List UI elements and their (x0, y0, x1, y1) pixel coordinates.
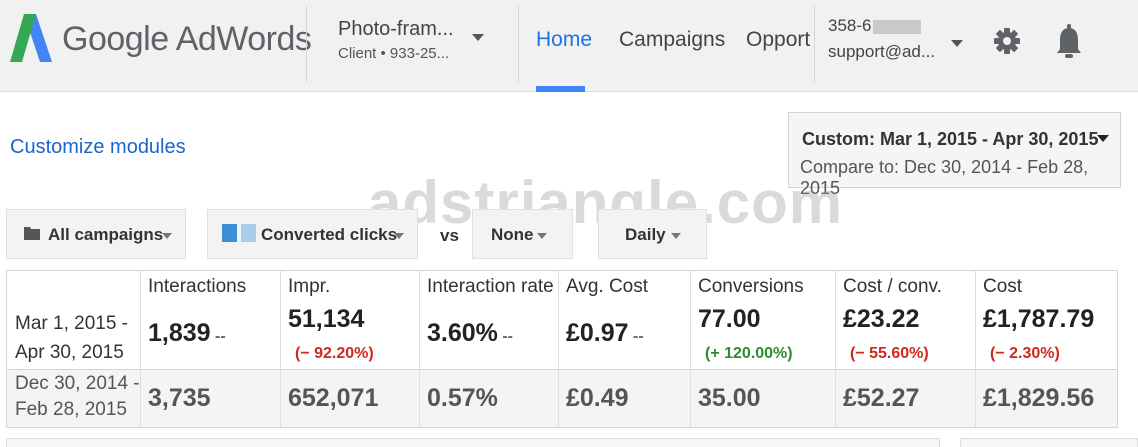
account-client-id: Client • 933-25... (338, 45, 450, 62)
account-selector[interactable]: Photo-fram... Client • 933-25... (338, 18, 454, 62)
column-header[interactable]: Conversions (698, 276, 804, 298)
customize-modules-link[interactable]: Customize modules (10, 136, 186, 159)
column-divider (280, 271, 281, 427)
chevron-down-icon (394, 233, 404, 239)
metric-current: 51,134 (288, 305, 365, 333)
date-range-dropdown-icon[interactable] (1097, 135, 1109, 142)
campaign-filter-button[interactable]: All campaigns (6, 209, 186, 259)
customer-id: 358-6 (828, 16, 872, 35)
folder-icon (24, 227, 40, 240)
chevron-down-icon (537, 233, 547, 239)
tab-campaigns[interactable]: Campaigns (619, 28, 725, 52)
metric-change: (− 55.60%) (850, 345, 929, 362)
column-header[interactable]: Interaction rate (427, 276, 554, 298)
chevron-down-icon (162, 233, 172, 239)
brand-name: Google AdWords (62, 20, 312, 58)
metric-current: 77.00 (698, 305, 761, 333)
vs-label: vs (440, 226, 459, 245)
column-divider (835, 271, 836, 427)
performance-table: Mar 1, 2015 - Apr 30, 2015 Dec 30, 2014 … (6, 270, 1118, 428)
current-period-end: Apr 30, 2015 (15, 342, 124, 363)
account-dropdown-icon[interactable] (472, 34, 484, 41)
column-divider (690, 271, 691, 427)
metric-change: -- (215, 328, 226, 345)
column-header[interactable]: Cost (983, 276, 1022, 298)
metric2-selector[interactable]: None (472, 209, 573, 259)
metric2-label: None (491, 225, 534, 244)
side-panel (960, 438, 1138, 447)
metric-value: 1,839 -- (148, 319, 226, 348)
redacted-block (873, 19, 922, 34)
current-period-start: Mar 1, 2015 - (15, 313, 128, 334)
metric-previous: 652,071 (288, 384, 379, 412)
previous-period-start: Dec 30, 2014 - (15, 373, 140, 394)
tab-home[interactable]: Home (536, 28, 592, 52)
period-label: Daily (625, 225, 666, 244)
metric-change: -- (502, 328, 513, 345)
divider (814, 6, 815, 82)
metric2-color-swatch (241, 224, 256, 242)
column-divider (975, 271, 976, 427)
active-tab-indicator (536, 86, 585, 92)
period-selector[interactable]: Daily (598, 209, 707, 259)
date-range-compare: Compare to: Dec 30, 2014 - Feb 28, 2015 (800, 157, 1089, 198)
chart-panel (6, 438, 940, 447)
campaign-filter-label: All campaigns (48, 225, 164, 244)
metric-current: 3.60% (427, 319, 498, 347)
column-divider (140, 271, 141, 427)
bell-icon[interactable] (1055, 22, 1083, 60)
metric1-color-swatch (222, 224, 237, 242)
divider (306, 6, 307, 82)
previous-period-label: Dec 30, 2014 - Feb 28, 2015 (15, 371, 140, 423)
top-bar: Google AdWords Photo-fram... Client • 93… (0, 0, 1138, 92)
metric-current: 1,839 (148, 319, 211, 347)
metric-change: (+ 120.00%) (705, 345, 793, 362)
metric-change: (− 92.20%) (295, 345, 374, 362)
column-header[interactable]: Interactions (148, 276, 246, 298)
metric-previous: £52.27 (843, 384, 920, 412)
metric-value: £0.97 -- (566, 319, 644, 348)
column-header[interactable]: Impr. (288, 276, 330, 298)
divider (518, 6, 519, 82)
metric1-selector[interactable]: Converted clicks (207, 209, 418, 259)
user-email: support@ad... (828, 42, 936, 61)
column-divider (558, 271, 559, 427)
previous-period-end: Feb 28, 2015 (15, 399, 127, 420)
current-period-label: Mar 1, 2015 - Apr 30, 2015 (15, 309, 128, 367)
metric1-label: Converted clicks (261, 225, 398, 244)
column-divider (419, 271, 420, 427)
adwords-logo[interactable] (10, 12, 52, 64)
metric-previous: 35.00 (698, 384, 761, 412)
date-range-main: Custom: Mar 1, 2015 - Apr 30, 2015 (802, 129, 1099, 149)
metric-current: £23.22 (843, 305, 920, 333)
chevron-down-icon (671, 233, 681, 239)
metric-value: 3.60% -- (427, 319, 513, 348)
metric-previous: 0.57% (427, 384, 498, 412)
column-header[interactable]: Cost / conv. (843, 276, 942, 298)
tab-opportunities[interactable]: Opport (746, 28, 810, 52)
metric-change: (− 2.30%) (990, 345, 1060, 362)
metric-current: £0.97 (566, 319, 629, 347)
user-account-menu[interactable]: 358-6 support@ad... (828, 16, 935, 62)
column-header[interactable]: Avg. Cost (566, 276, 648, 298)
metric-previous: £1,829.56 (983, 384, 1095, 412)
metric-previous: £0.49 (566, 384, 629, 412)
date-range-selector[interactable]: Custom: Mar 1, 2015 - Apr 30, 2015 Compa… (788, 112, 1121, 198)
user-dropdown-icon[interactable] (951, 40, 963, 47)
metric-current: £1,787.79 (983, 305, 1095, 333)
metric-previous: 3,735 (148, 384, 211, 412)
gear-icon[interactable] (992, 26, 1022, 56)
account-name: Photo-fram... (338, 18, 454, 40)
metric-change: -- (633, 328, 644, 345)
